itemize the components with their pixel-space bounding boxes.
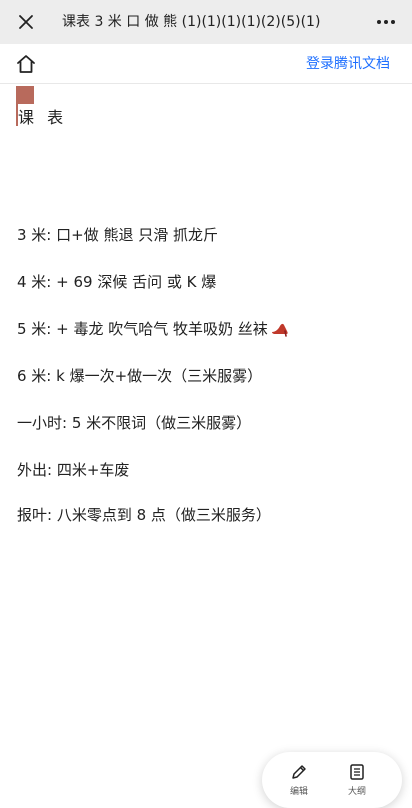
doc-line: 4 米: + 69 深候 舌问 或 K 爆 xyxy=(17,273,217,291)
home-icon xyxy=(17,55,35,73)
document-body[interactable]: 课 表 3 米: 口+做 熊退 只滑 抓龙斤 4 米: + 69 深候 舌问 或… xyxy=(0,84,412,800)
doc-line: 6 米: k 爆一次+做一次（三米服雾） xyxy=(17,367,263,385)
edit-button-label: 编辑 xyxy=(289,787,308,797)
doc-line: 3 米: 口+做 熊退 只滑 抓龙斤 xyxy=(17,226,219,244)
login-tencent-docs-link[interactable]: 登录腾讯文档 xyxy=(306,44,390,84)
doc-toolbar: 登录腾讯文档 xyxy=(0,44,412,84)
outline-button[interactable]: 大纲 xyxy=(332,762,382,798)
collab-cursor-flag xyxy=(16,86,34,104)
title-bar: 课表 3 米 口 做 熊 (1)(1)(1)(1)(2)(5)(1) xyxy=(0,0,412,44)
more-button[interactable] xyxy=(374,10,398,34)
outline-icon xyxy=(350,764,364,780)
edit-button[interactable]: 编辑 xyxy=(274,762,324,798)
doc-line-text: 5 米: + 毒龙 吹气哈气 牧羊吸奶 丝袜 xyxy=(17,320,268,338)
home-button[interactable] xyxy=(14,52,38,76)
high-heel-icon xyxy=(271,323,288,337)
close-icon xyxy=(19,15,33,29)
doc-line: 报叶: 八米零点到 8 点（做三米服务） xyxy=(17,506,271,524)
pencil-icon xyxy=(292,765,306,779)
outline-button-label: 大纲 xyxy=(347,787,366,797)
doc-line: 一小时: 5 米不限词（做三米服雾） xyxy=(17,414,252,432)
close-button[interactable] xyxy=(14,10,38,34)
doc-line: 外出: 四米+车废 xyxy=(17,461,130,479)
window-title: 课表 3 米 口 做 熊 (1)(1)(1)(1)(2)(5)(1) xyxy=(62,14,321,30)
doc-line: 5 米: + 毒龙 吹气哈气 牧羊吸奶 丝袜 xyxy=(17,318,290,339)
more-icon xyxy=(377,20,395,24)
doc-heading: 课 表 xyxy=(18,108,68,127)
